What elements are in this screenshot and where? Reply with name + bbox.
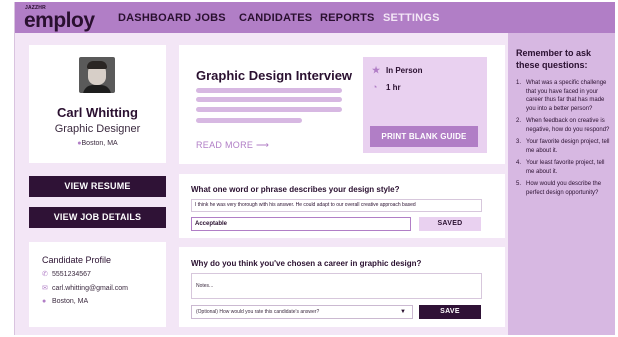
question-1-label: What one word or phrase describes your d…: [191, 185, 400, 194]
nav-jobs[interactable]: JOBS: [195, 12, 226, 24]
contact-phone: 5551234567: [52, 271, 91, 278]
text-placeholder-line: [196, 97, 342, 102]
nav-candidates[interactable]: CANDIDATES: [239, 12, 312, 24]
list-item: 5. How would you describe the perfect des…: [516, 181, 602, 196]
question-card-2: Why do you think you've chosen a career …: [179, 247, 505, 327]
nav-reports[interactable]: REPORTS: [320, 12, 375, 24]
print-blank-guide-button[interactable]: PRINT BLANK GUIDE: [370, 126, 478, 147]
question-2-rating-select[interactable]: (Optional) How would you rate this candi…: [191, 305, 413, 319]
rating-select-placeholder: (Optional) How would you rate this candi…: [196, 309, 320, 315]
interview-format-text: In Person: [386, 66, 423, 75]
list-item: 2. When feedback on creative is negative,…: [516, 118, 610, 133]
save-button[interactable]: SAVE: [419, 305, 481, 319]
question-2-label: Why do you think you've chosen a career …: [191, 259, 422, 268]
interview-card: Graphic Design Interview READ MORE ⟶ ★ In…: [179, 45, 505, 164]
candidate-name: Carl Whitting: [57, 105, 138, 120]
read-more-link[interactable]: READ MORE ⟶: [196, 140, 269, 151]
interview-details-panel: ★ In Person ◔ 1 hr PRINT BLANK GUIDE: [363, 57, 487, 153]
list-item: 1. What was a specific challenge that you…: [516, 80, 607, 112]
top-nav: JAZZHR employ DASHBOARD JOBS CANDIDATES …: [15, 2, 615, 33]
list-item: 3. Your favorite design project, tell me …: [516, 139, 610, 154]
question-card-1: What one word or phrase describes your d…: [179, 174, 505, 238]
interview-format: ★ In Person: [372, 65, 422, 76]
location-pin-icon: ●: [42, 298, 47, 305]
clock-icon: ◔: [372, 82, 378, 92]
text-placeholder-line: [196, 118, 302, 123]
interview-title: Graphic Design Interview: [196, 68, 353, 83]
star-icon: ★: [372, 65, 381, 75]
suggested-questions-title: Remember to ask these questions:: [516, 48, 592, 70]
chevron-down-icon: ▼: [400, 309, 406, 315]
text-placeholder-line: [196, 88, 342, 93]
text-placeholder-line: [196, 107, 342, 112]
candidate-location: ●Boston, MA: [29, 140, 166, 147]
app-frame: JAZZHR employ DASHBOARD JOBS CANDIDATES …: [14, 2, 615, 335]
saved-button[interactable]: SAVED: [419, 217, 481, 231]
phone-icon: ✆: [42, 271, 48, 278]
candidate-location-text: Boston, MA: [81, 140, 118, 147]
nav-dashboard[interactable]: DASHBOARD: [118, 12, 191, 24]
nav-settings[interactable]: SETTINGS: [383, 12, 440, 24]
question-1-rating-field[interactable]: Acceptable: [191, 217, 411, 231]
question-2-notes-field[interactable]: Notes...: [191, 273, 482, 299]
interview-duration-text: 1 hr: [386, 83, 401, 92]
contact-email-row[interactable]: ✉ carl.whitting@gmail.com: [42, 284, 128, 292]
contact-location: Boston, MA: [52, 298, 89, 305]
question-1-answer-field[interactable]: I think he was very thorough with his an…: [191, 199, 482, 212]
view-job-details-button[interactable]: VIEW JOB DETAILS: [29, 207, 166, 228]
suggested-questions-list: 1. What was a specific challenge that you…: [516, 79, 612, 201]
contact-email: carl.whitting@gmail.com: [52, 285, 128, 292]
brand-main-text: employ: [24, 9, 95, 32]
interview-duration: ◔ 1 hr: [372, 82, 401, 92]
view-resume-button[interactable]: VIEW RESUME: [29, 176, 166, 197]
mail-icon: ✉: [42, 285, 48, 292]
avatar: [79, 57, 115, 93]
suggested-questions-panel: Remember to ask these questions: 1. What …: [508, 33, 615, 335]
contact-location-row: ● Boston, MA: [42, 298, 88, 305]
candidate-title: Graphic Designer: [54, 123, 141, 135]
candidate-contact-card: Candidate Profile ✆ 5551234567 ✉ carl.whit…: [29, 242, 166, 327]
list-item: 4. Your least favorite project, tell me a…: [516, 160, 605, 175]
candidate-profile-card: Carl Whitting Graphic Designer ●Boston, …: [29, 45, 166, 163]
contact-title: Candidate Profile: [42, 255, 112, 265]
contact-phone-row[interactable]: ✆ 5551234567: [42, 270, 91, 278]
